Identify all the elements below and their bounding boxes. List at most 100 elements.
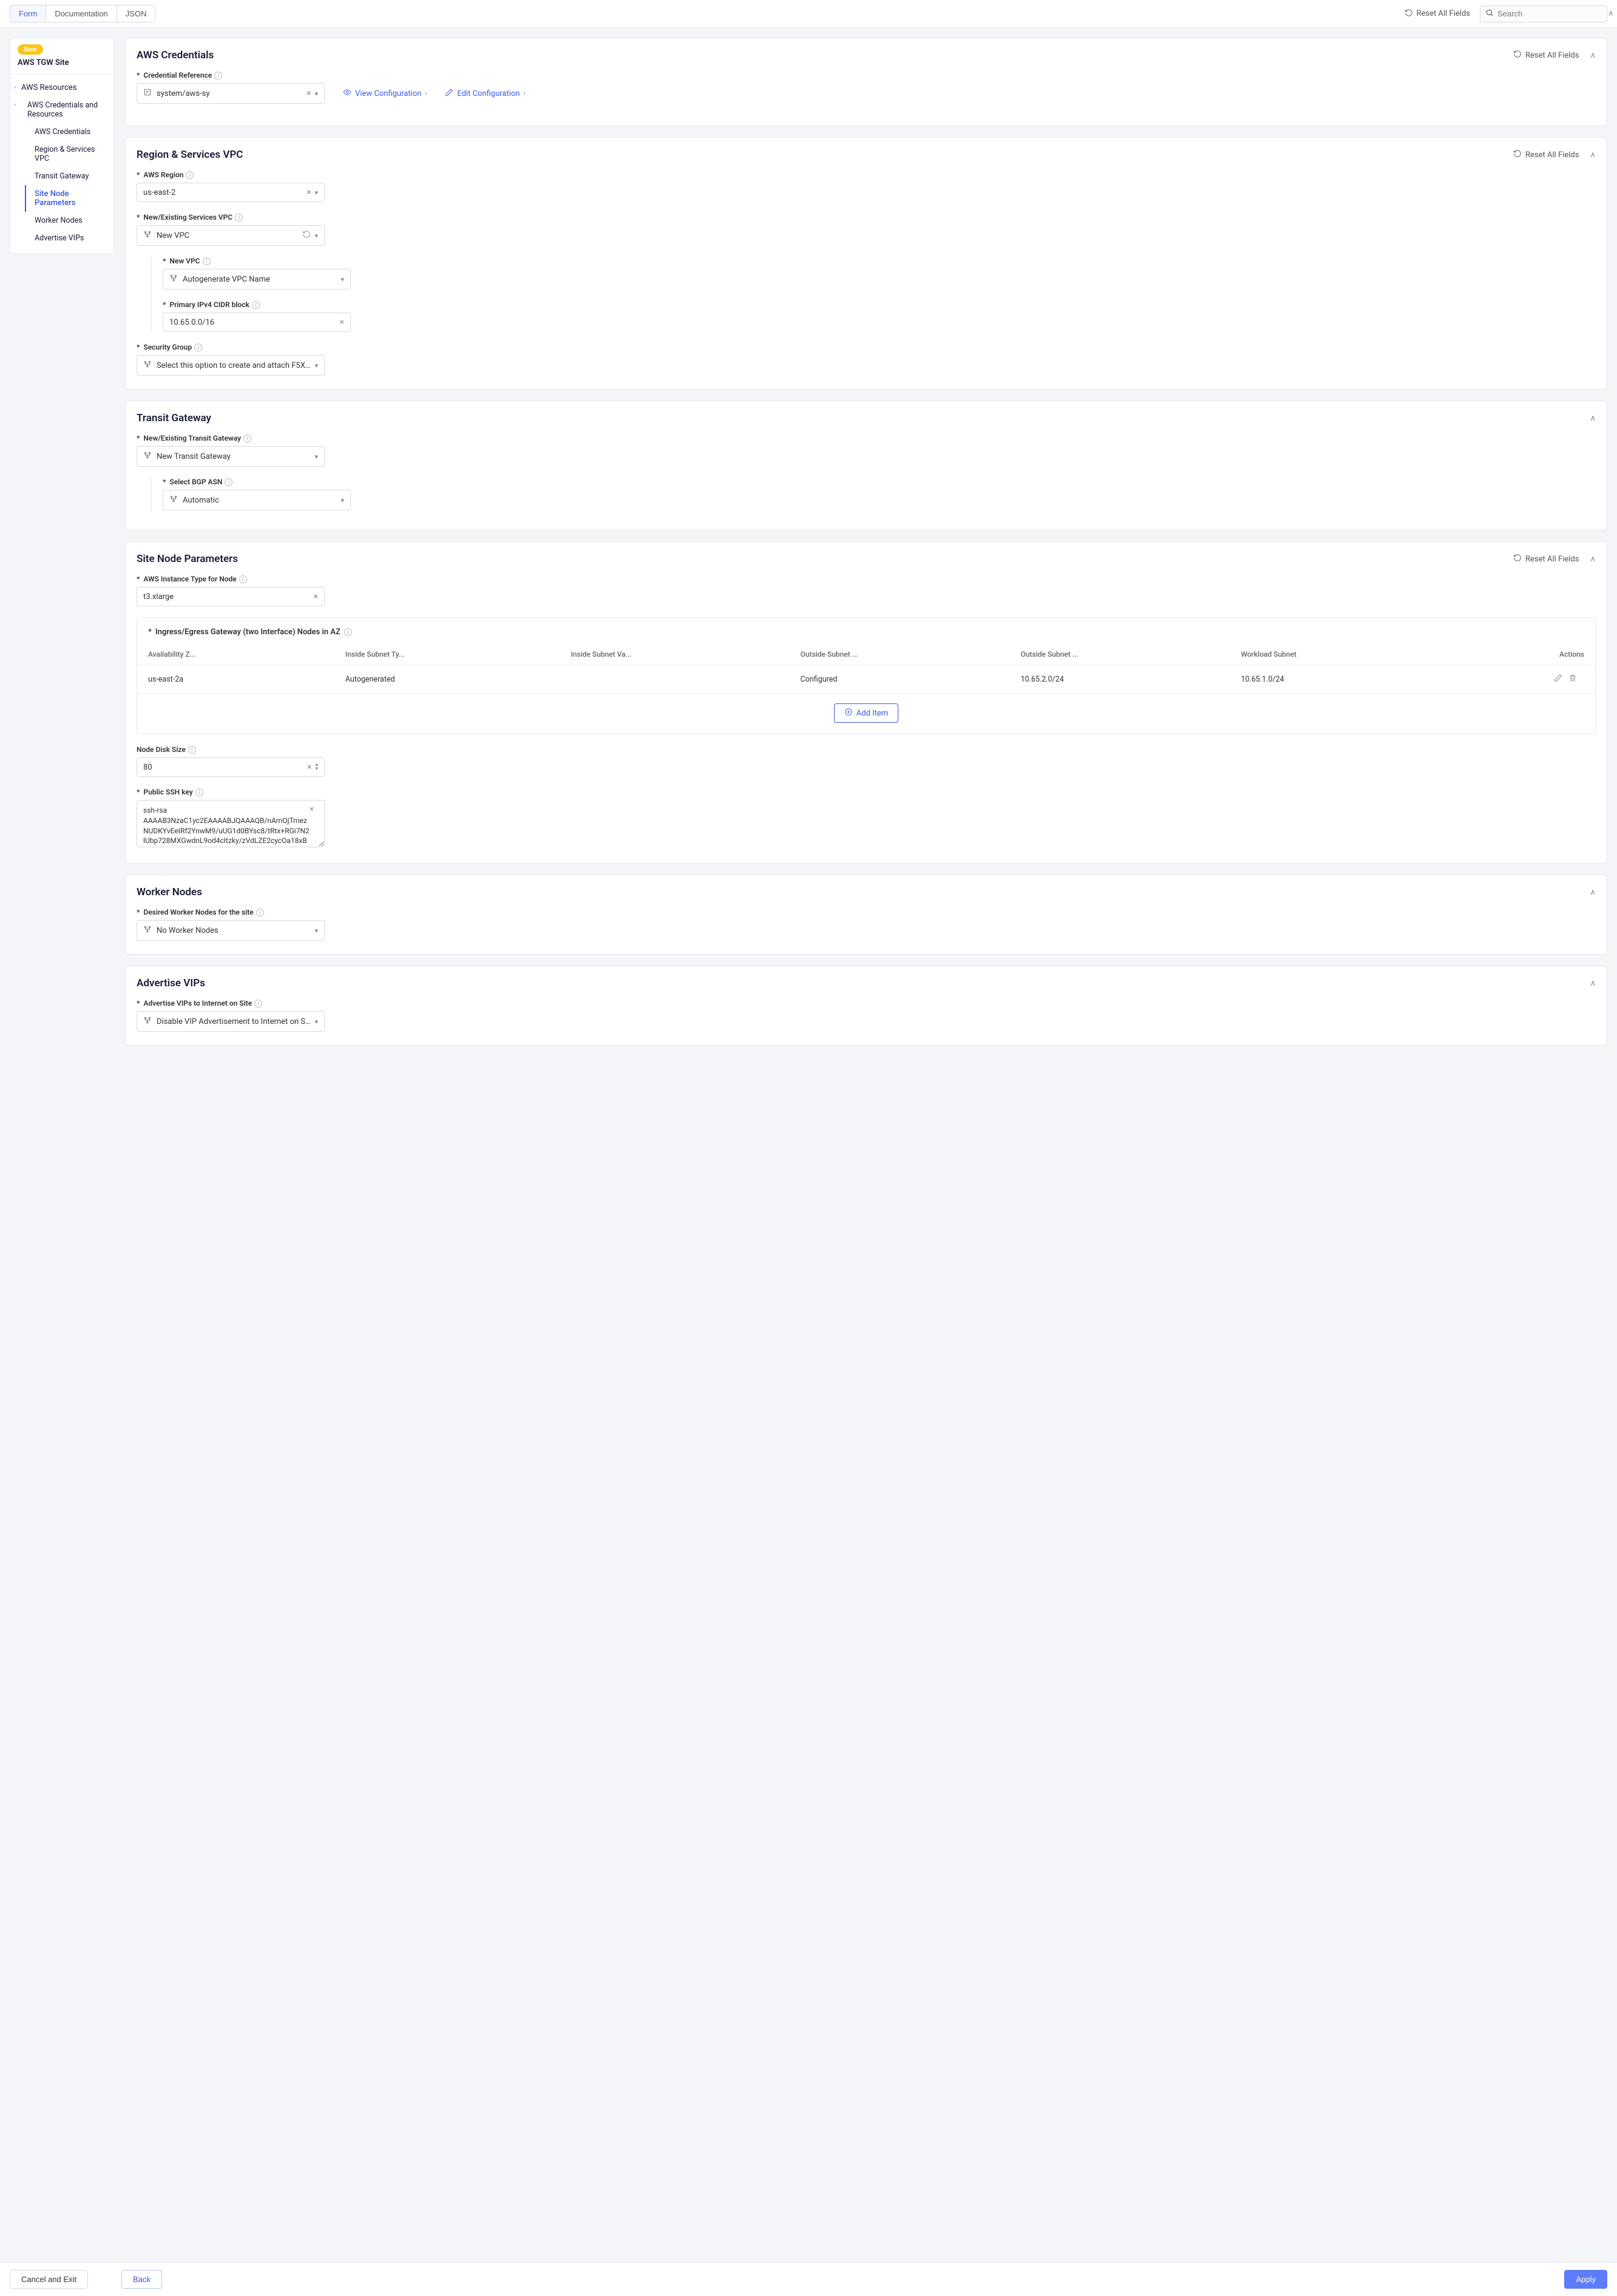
sidebar-item-1[interactable]: AWS Credentials and Resources: [10, 97, 114, 123]
chevron-down-icon[interactable]: ▾: [341, 496, 344, 504]
info-icon[interactable]: i: [186, 171, 194, 179]
search-prev-icon[interactable]: ∧: [1608, 9, 1614, 18]
info-icon[interactable]: i: [203, 257, 211, 265]
info-icon[interactable]: i: [254, 1000, 262, 1007]
search-icon: [1485, 8, 1494, 19]
tgw-mode-select[interactable]: New Transit Gateway ▾: [137, 446, 325, 467]
table-title: *Ingress/Egress Gateway (two Interface) …: [137, 628, 1595, 644]
new-vpc-select[interactable]: Autogenerate VPC Name ▾: [163, 269, 351, 290]
collapse-icon[interactable]: ∧: [1590, 51, 1596, 60]
search-input[interactable]: [1497, 9, 1604, 18]
info-icon[interactable]: i: [243, 435, 251, 442]
clear-icon[interactable]: ×: [307, 762, 311, 772]
view-configuration-link[interactable]: View Configuration›: [343, 88, 427, 99]
collapse-icon[interactable]: ∧: [1590, 414, 1596, 423]
instance-type-input[interactable]: t3.xlarge×: [137, 587, 325, 606]
info-icon[interactable]: i: [256, 909, 264, 916]
info-icon[interactable]: i: [235, 214, 243, 222]
collapse-icon[interactable]: ∧: [1590, 151, 1596, 160]
sidebar-item-3[interactable]: Region & Services VPC: [10, 141, 114, 168]
field-label: *New/Existing Transit Gatewayi: [137, 434, 1596, 442]
search-box[interactable]: ∧ ∨ ✕: [1480, 5, 1607, 22]
info-icon[interactable]: i: [225, 478, 232, 486]
credential-reference-select[interactable]: system/aws-sy × ▾: [137, 83, 325, 104]
field-label: *New VPCi: [163, 257, 1596, 265]
reset-icon: [1513, 149, 1522, 160]
value: Disable VIP Advertisement to Internet on…: [157, 1017, 311, 1026]
edit-icon[interactable]: [1554, 674, 1562, 685]
field-label: *Primary IPv4 CIDR blocki: [163, 300, 1596, 309]
sidebar-item-2[interactable]: AWS Credentials: [10, 123, 114, 141]
sidebar-item-0[interactable]: AWS Resources: [10, 79, 114, 97]
clear-icon[interactable]: ×: [314, 592, 318, 601]
branch-icon: [143, 230, 152, 241]
ssh-key-textarea[interactable]: [137, 800, 325, 847]
clear-icon[interactable]: ×: [340, 317, 344, 327]
advertise-vips-select[interactable]: Disable VIP Advertisement to Internet on…: [137, 1011, 325, 1032]
section-title: Advertise VIPs: [137, 977, 205, 989]
delete-icon[interactable]: [1568, 674, 1577, 685]
bgp-select[interactable]: Automatic ▾: [163, 490, 351, 510]
reset-region[interactable]: Reset All Fields: [1513, 149, 1579, 160]
collapse-icon[interactable]: ∧: [1590, 979, 1596, 988]
cell: Configured: [793, 665, 1014, 694]
sidebar-item-5[interactable]: Site Node Parameters: [25, 185, 114, 212]
reset-snp[interactable]: Reset All Fields: [1513, 554, 1579, 564]
chevron-down-icon[interactable]: ▾: [314, 189, 318, 197]
reset-icon[interactable]: [302, 230, 311, 241]
security-group-select[interactable]: Select this option to create and attach …: [137, 355, 325, 376]
info-icon[interactable]: i: [214, 72, 222, 80]
branch-icon: [143, 451, 152, 462]
sidebar-item-6[interactable]: Worker Nodes: [10, 212, 114, 229]
clear-icon[interactable]: ×: [310, 805, 314, 814]
field-label: *Select BGP ASNi: [163, 478, 1596, 486]
field-label: *Security Groupi: [137, 343, 1596, 351]
tab-json[interactable]: JSON: [117, 5, 155, 22]
info-icon[interactable]: i: [252, 301, 260, 309]
col-header: Inside Subnet Va...: [563, 644, 793, 665]
collapse-icon[interactable]: ∧: [1590, 888, 1596, 897]
cidr-input[interactable]: 10.65.0.0/16×: [163, 313, 351, 332]
reset-aws-cred[interactable]: Reset All Fields: [1513, 50, 1579, 61]
sidebar-item-7[interactable]: Advertise VIPs: [10, 229, 114, 247]
branch-icon: [143, 1016, 152, 1027]
apply-button[interactable]: Apply: [1564, 2270, 1607, 2289]
chevron-down-icon[interactable]: ▾: [314, 927, 318, 935]
reset-all-top[interactable]: Reset All Fields: [1405, 8, 1470, 19]
az-nodes-table-wrap: *Ingress/Egress Gateway (two Interface) …: [137, 617, 1596, 734]
info-icon[interactable]: i: [194, 344, 202, 351]
chevron-down-icon[interactable]: ▾: [314, 232, 318, 240]
chevron-down-icon[interactable]: ▾: [341, 276, 344, 283]
chevron-down-icon[interactable]: ▾: [314, 1018, 318, 1026]
info-icon[interactable]: i: [195, 788, 203, 796]
field-label: *Credential Referencei: [137, 71, 1596, 80]
new-badge: New: [18, 44, 43, 55]
back-button[interactable]: Back: [121, 2270, 162, 2289]
tab-form[interactable]: Form: [10, 5, 46, 22]
aws-region-input[interactable]: us-east-2 ×▾: [137, 183, 325, 202]
clear-icon[interactable]: ×: [307, 89, 311, 98]
branch-icon: [143, 925, 152, 936]
info-icon[interactable]: i: [239, 575, 247, 583]
chevron-down-icon[interactable]: ▾: [314, 90, 318, 98]
info-icon[interactable]: i: [188, 746, 196, 754]
value: us-east-2: [143, 188, 303, 197]
card-region-vpc: Region & Services VPC Reset All Fields ∧…: [125, 137, 1607, 390]
clear-icon[interactable]: ×: [307, 188, 311, 197]
tab-documentation[interactable]: Documentation: [46, 5, 117, 22]
cancel-button[interactable]: Cancel and Exit: [10, 2270, 88, 2289]
field-label: *Public SSH keyi: [137, 788, 1596, 796]
worker-nodes-select[interactable]: No Worker Nodes ▾: [137, 920, 325, 941]
collapse-icon[interactable]: ∧: [1590, 555, 1596, 564]
vpc-mode-select[interactable]: New VPC ▾: [137, 225, 325, 246]
stepper-icon[interactable]: ▴▾: [315, 763, 318, 771]
disk-size-input[interactable]: 80×▴▾: [137, 757, 325, 777]
info-icon[interactable]: i: [344, 628, 352, 636]
field-label: *AWS Regioni: [137, 171, 1596, 179]
add-item-button[interactable]: Add Item: [834, 703, 898, 723]
reset-icon: [1513, 50, 1522, 61]
sidebar-item-4[interactable]: Transit Gateway: [10, 168, 114, 185]
chevron-down-icon[interactable]: ▾: [314, 453, 318, 461]
edit-configuration-link[interactable]: Edit Configuration›: [445, 88, 525, 99]
chevron-down-icon[interactable]: ▾: [314, 362, 318, 370]
